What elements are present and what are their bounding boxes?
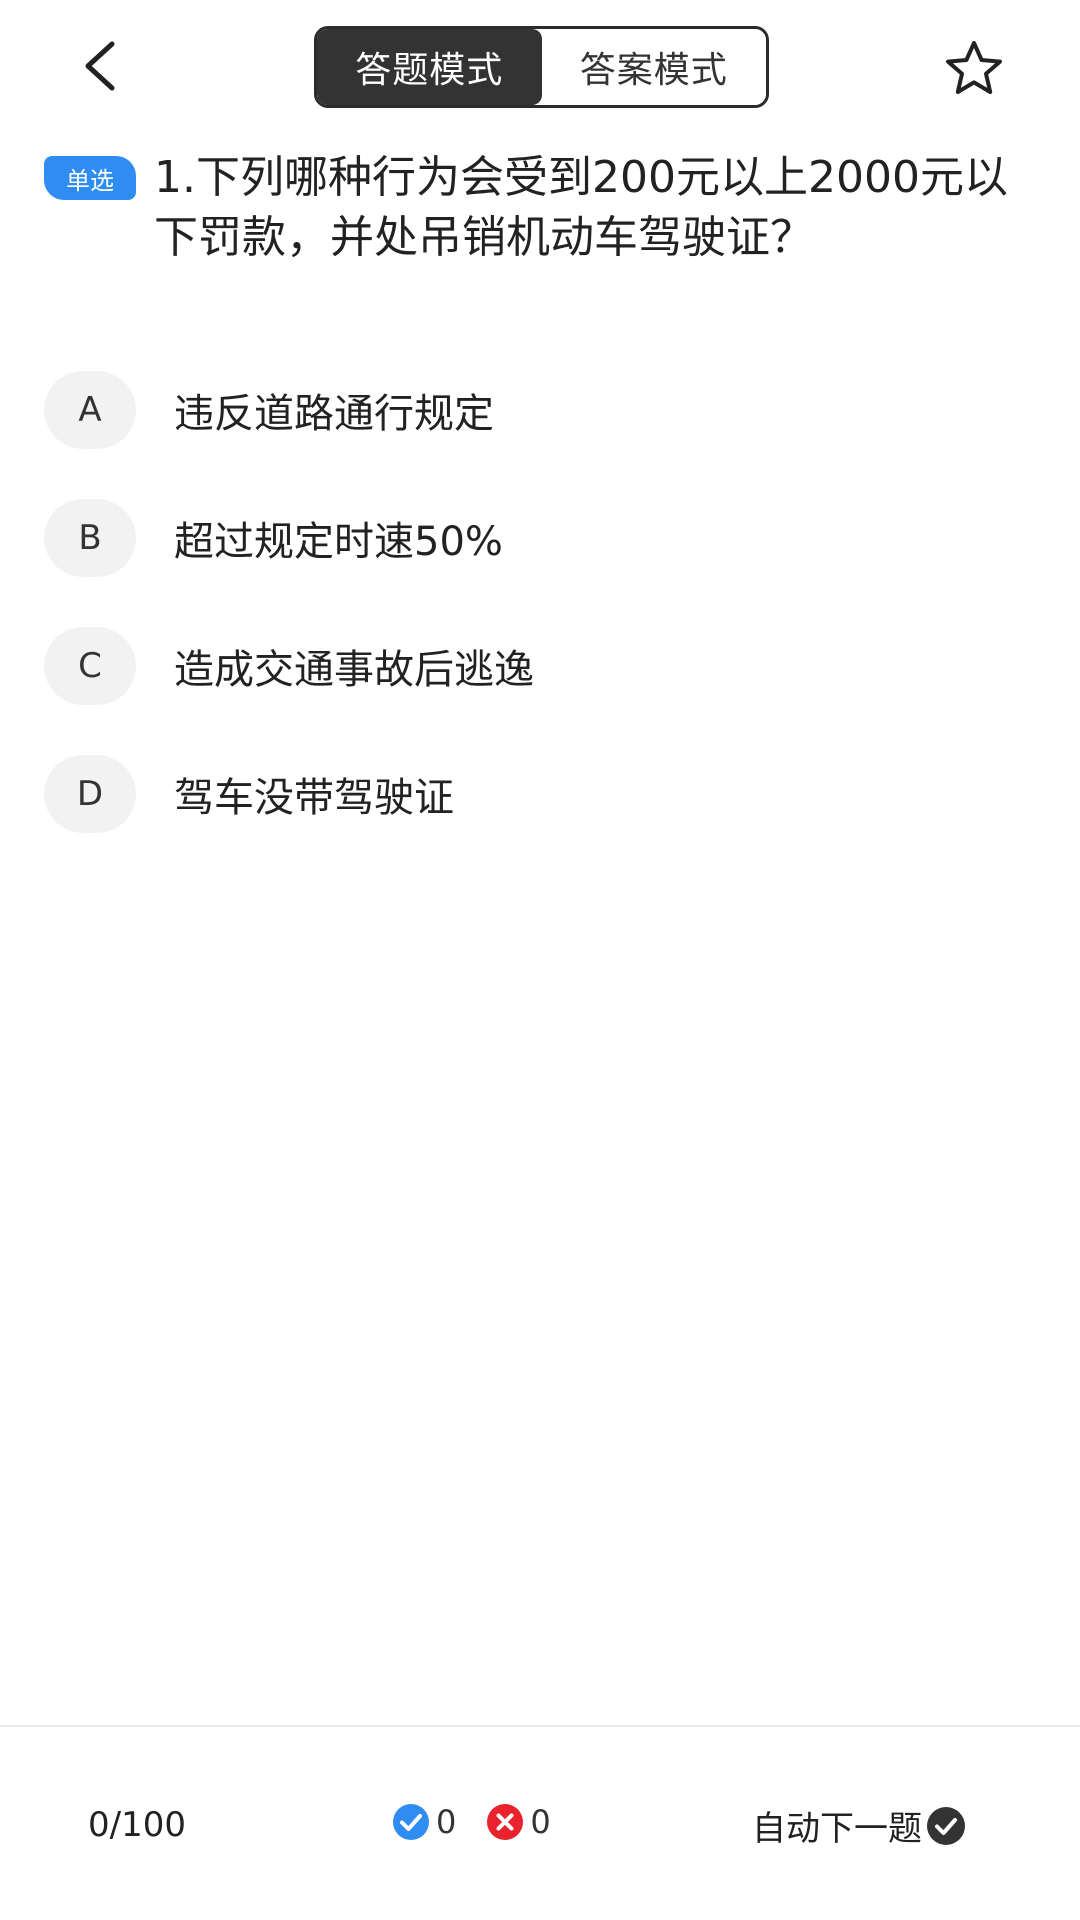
top-bar: 答题模式 答案模式: [0, 0, 1080, 130]
question-block: 单选 1.下列哪种行为会受到200元以上2000元以下罚款，并处吊销机动车驾驶证…: [44, 148, 1034, 268]
chevron-left-icon: [85, 41, 115, 91]
option-text: 违反道路通行规定: [174, 391, 494, 437]
question-text: 1.下列哪种行为会受到200元以上2000元以下罚款，并处吊销机动车驾驶证？: [154, 152, 1008, 263]
check-circle-icon: [393, 1804, 429, 1840]
correct-stat: 0: [392, 1803, 456, 1841]
mode-toggle: 答题模式 答案模式: [314, 26, 769, 108]
back-button[interactable]: [72, 38, 128, 94]
star-outline-icon: [946, 41, 1002, 94]
option-a[interactable]: A 违反道路通行规定: [44, 346, 1034, 474]
auto-next-label: 自动下一题: [752, 1809, 922, 1849]
wrong-count: 0: [530, 1803, 551, 1841]
option-text: 超过规定时速50%: [174, 519, 503, 565]
option-letter: D: [44, 755, 136, 833]
option-d[interactable]: D 驾车没带驾驶证: [44, 730, 1034, 858]
correct-count: 0: [436, 1803, 457, 1841]
options-list: A 违反道路通行规定 B 超过规定时速50% C 造成交通事故后逃逸 D 驾车没…: [44, 346, 1034, 858]
option-letter: A: [44, 371, 136, 449]
option-c[interactable]: C 造成交通事故后逃逸: [44, 602, 1034, 730]
tab-answer-mode[interactable]: 答题模式: [317, 29, 542, 105]
progress-counter[interactable]: 0/100: [88, 1805, 186, 1845]
option-text: 造成交通事故后逃逸: [174, 647, 534, 693]
answer-stats: 0 0: [392, 1803, 581, 1841]
favorite-button[interactable]: [942, 36, 1006, 100]
auto-next-toggle[interactable]: 自动下一题: [752, 1801, 966, 1850]
x-circle-icon: [487, 1804, 524, 1840]
option-letter: B: [44, 499, 136, 577]
option-b[interactable]: B 超过规定时速50%: [44, 474, 1034, 602]
wrong-stat: 0: [486, 1803, 551, 1841]
check-circle-filled-icon: [927, 1806, 965, 1845]
option-letter: C: [44, 627, 136, 705]
option-text: 驾车没带驾驶证: [174, 775, 454, 821]
question-type-badge: 单选: [44, 156, 136, 200]
bottom-bar: 0/100 0 0 自动下一题: [0, 1727, 1080, 1920]
tab-solution-mode[interactable]: 答案模式: [541, 29, 766, 105]
